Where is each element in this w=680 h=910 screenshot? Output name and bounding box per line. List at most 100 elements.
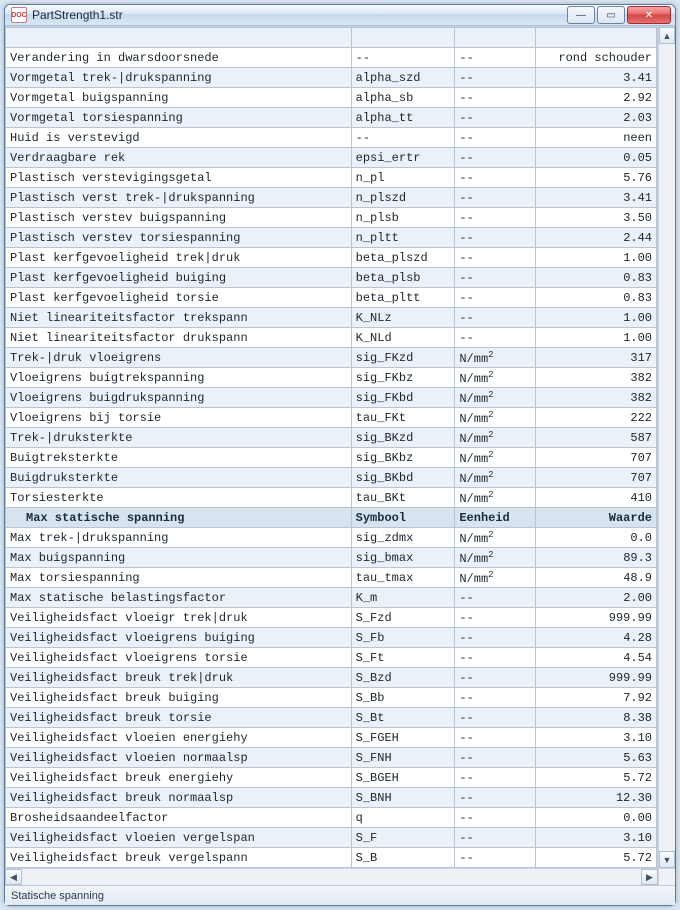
cell-symbol: S_Ft	[351, 648, 455, 668]
cell-unit: --	[455, 728, 536, 748]
table-row[interactable]: Plastisch verst trek-|drukspanningn_plsz…	[6, 188, 657, 208]
status-text: Statische spanning	[11, 890, 104, 902]
cell-symbol: --	[351, 128, 455, 148]
table-row[interactable]: Veiligheidsfact vloeigr trek|drukS_Fzd--…	[6, 608, 657, 628]
table-row[interactable]: Veiligheidsfact vloeien vergelspanS_F--3…	[6, 828, 657, 848]
cell-unit: --	[455, 308, 536, 328]
table-row[interactable]: Veiligheidsfact breuk trek|drukS_Bzd--99…	[6, 668, 657, 688]
table-row[interactable]: Veiligheidsfact vloeien normaalspS_FNH--…	[6, 748, 657, 768]
close-button[interactable]: ✕	[627, 6, 671, 24]
cell-unit: --	[455, 628, 536, 648]
table-row[interactable]: Plastisch verstevigingsgetaln_pl--5.76	[6, 168, 657, 188]
data-grid[interactable]: Verandering in dwarsdoorsnede----rond sc…	[5, 27, 658, 868]
cell-symbol: alpha_sb	[351, 88, 455, 108]
cell-label: Veiligheidsfact breuk torsie	[6, 708, 352, 728]
scroll-left-icon[interactable]: ◀	[5, 869, 22, 885]
cell-unit: N/mm2	[455, 468, 536, 488]
cell-value: 1.00	[535, 308, 656, 328]
cell-label: Veiligheidsfact breuk normaalsp	[6, 788, 352, 808]
cell-symbol: K_NLz	[351, 308, 455, 328]
app-icon: DOC	[11, 7, 27, 23]
table-row[interactable]: Vormgetal trek-|drukspanningalpha_szd--3…	[6, 68, 657, 88]
cell-label: Buigtreksterkte	[6, 448, 352, 468]
table-row[interactable]: Max statische belastingsfactorK_m--2.00	[6, 588, 657, 608]
cell-label: Plast kerfgevoeligheid buiging	[6, 268, 352, 288]
cell-symbol: alpha_tt	[351, 108, 455, 128]
table-row[interactable]: Veiligheidsfact breuk buigingS_Bb--7.92	[6, 688, 657, 708]
cell-unit: --	[455, 648, 536, 668]
table-row[interactable]: Niet lineariteitsfactor drukspannK_NLd--…	[6, 328, 657, 348]
table-row[interactable]: Veiligheidsfact breuk torsieS_Bt--8.38	[6, 708, 657, 728]
scroll-up-icon[interactable]: ▲	[659, 27, 675, 44]
window-title: PartStrength1.str	[32, 8, 567, 22]
cell-symbol: sig_bmax	[351, 548, 455, 568]
table-row[interactable]: Veiligheidsfact breuk vergelspannS_B--5.…	[6, 848, 657, 868]
cell-label: Plastisch verstevigingsgetal	[6, 168, 352, 188]
cell-symbol: sig_FKbd	[351, 388, 455, 408]
horizontal-scrollbar[interactable]: ◀ ▶	[5, 869, 658, 885]
cell-label: Vloeigrens buigtrekspanning	[6, 368, 352, 388]
table-row[interactable]: Veiligheidsfact vloeien energiehyS_FGEH-…	[6, 728, 657, 748]
table-row[interactable]: Veiligheidsfact vloeigrens buigingS_Fb--…	[6, 628, 657, 648]
table-row[interactable]: Trek-|druk vloeigrenssig_FKzdN/mm2317	[6, 348, 657, 368]
cell-value: 8.38	[535, 708, 656, 728]
cell-unit: --	[455, 668, 536, 688]
cell-label: Max torsiespanning	[6, 568, 352, 588]
table-row[interactable]: Veiligheidsfact breuk energiehyS_BGEH--5…	[6, 768, 657, 788]
minimize-button[interactable]: —	[567, 6, 595, 24]
grid-wrapper: Verandering in dwarsdoorsnede----rond sc…	[5, 27, 675, 868]
cell-unit	[455, 28, 536, 48]
table-row[interactable]: Plastisch verstev torsiespanningn_pltt--…	[6, 228, 657, 248]
table-row[interactable]	[6, 28, 657, 48]
cell-unit: --	[455, 588, 536, 608]
cell-value: 3.41	[535, 68, 656, 88]
cell-symbol: beta_plszd	[351, 248, 455, 268]
table-row[interactable]: Max buigspanningsig_bmaxN/mm289.3	[6, 548, 657, 568]
table-row[interactable]: Vloeigrens buigdrukspanningsig_FKbdN/mm2…	[6, 388, 657, 408]
cell-value: 3.10	[535, 828, 656, 848]
scroll-right-icon[interactable]: ▶	[641, 869, 658, 885]
table-row[interactable]: Max torsiespanningtau_tmaxN/mm248.9	[6, 568, 657, 588]
table-row[interactable]: Veiligheidsfact vloeigrens torsieS_Ft--4…	[6, 648, 657, 668]
table-row[interactable]: Plast kerfgevoeligheid buigingbeta_plsb-…	[6, 268, 657, 288]
titlebar[interactable]: DOC PartStrength1.str — ▭ ✕	[5, 5, 675, 26]
cell-label: Plastisch verst trek-|drukspanning	[6, 188, 352, 208]
cell-unit: --	[455, 848, 536, 868]
table-row[interactable]: Veiligheidsfact breuk normaalspS_BNH--12…	[6, 788, 657, 808]
cell-unit: --	[455, 228, 536, 248]
cell-label	[6, 28, 352, 48]
cell-symbol: K_NLd	[351, 328, 455, 348]
table-row[interactable]: Vormgetal torsiespanningalpha_tt--2.03	[6, 108, 657, 128]
vertical-scrollbar[interactable]: ▲ ▼	[658, 27, 675, 868]
table-row[interactable]: Verdraagbare rekepsi_ertr--0.05	[6, 148, 657, 168]
maximize-button[interactable]: ▭	[597, 6, 625, 24]
cell-value: 3.41	[535, 188, 656, 208]
table-row[interactable]: Buigdruksterktesig_BKbdN/mm2707	[6, 468, 657, 488]
cell-value: 382	[535, 388, 656, 408]
table-row[interactable]: Brosheidsaandeelfactorq--0.00	[6, 808, 657, 828]
cell-symbol: sig_FKbz	[351, 368, 455, 388]
cell-value: 1.00	[535, 328, 656, 348]
cell-value: 222	[535, 408, 656, 428]
table-row[interactable]: Vormgetal buigspanningalpha_sb--2.92	[6, 88, 657, 108]
table-row[interactable]: Torsiesterktetau_BKtN/mm2410	[6, 488, 657, 508]
cell-symbol: S_F	[351, 828, 455, 848]
table-row[interactable]: Niet lineariteitsfactor trekspannK_NLz--…	[6, 308, 657, 328]
cell-value: 2.03	[535, 108, 656, 128]
table-row[interactable]: Vloeigrens bij torsietau_FKtN/mm2222	[6, 408, 657, 428]
table-row[interactable]: Max statische spanningSymboolEenheidWaar…	[6, 508, 657, 528]
table-row[interactable]: Trek-|druksterktesig_BKzdN/mm2587	[6, 428, 657, 448]
cell-value: 4.28	[535, 628, 656, 648]
table-row[interactable]: Huid is verstevigd----neen	[6, 128, 657, 148]
table-row[interactable]: Plast kerfgevoeligheid torsiebeta_pltt--…	[6, 288, 657, 308]
hscroll-row: ◀ ▶	[5, 868, 675, 885]
table-row[interactable]: Verandering in dwarsdoorsnede----rond sc…	[6, 48, 657, 68]
cell-label: Trek-|druk vloeigrens	[6, 348, 352, 368]
scroll-down-icon[interactable]: ▼	[659, 851, 675, 868]
cell-unit: --	[455, 768, 536, 788]
table-row[interactable]: Vloeigrens buigtrekspanningsig_FKbzN/mm2…	[6, 368, 657, 388]
table-row[interactable]: Plastisch verstev buigspanningn_plsb--3.…	[6, 208, 657, 228]
table-row[interactable]: Plast kerfgevoeligheid trek|drukbeta_pls…	[6, 248, 657, 268]
table-row[interactable]: Max trek-|drukspanningsig_zdmxN/mm20.0	[6, 528, 657, 548]
table-row[interactable]: Buigtreksterktesig_BKbzN/mm2707	[6, 448, 657, 468]
